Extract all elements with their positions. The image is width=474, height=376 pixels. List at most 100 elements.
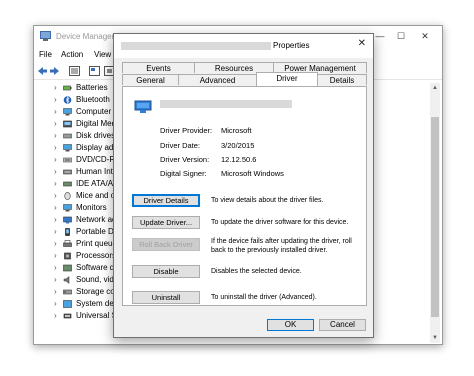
dialog-title: Properties bbox=[273, 41, 310, 50]
scroll-up-icon[interactable]: ▲ bbox=[430, 83, 440, 93]
tree-item-batteries[interactable]: › Batteries bbox=[34, 83, 120, 94]
chevron-right-icon[interactable]: › bbox=[54, 119, 57, 128]
dialog-close-button[interactable]: ✕ bbox=[358, 38, 366, 49]
digital-signer-value: Microsoft Windows bbox=[221, 169, 284, 178]
sound-icon bbox=[63, 276, 70, 284]
network-adapter-icon bbox=[63, 216, 72, 224]
chevron-right-icon[interactable]: › bbox=[54, 107, 57, 116]
tab-events[interactable]: Events bbox=[122, 62, 195, 73]
driver-details-button[interactable]: Driver Details bbox=[132, 194, 200, 207]
tree-item-processors[interactable]: › Processors bbox=[34, 251, 120, 262]
scroll-down-icon[interactable]: ▼ bbox=[430, 333, 440, 343]
tree-item-print-queues[interactable]: › Print queue bbox=[34, 239, 120, 250]
device-manager-icon bbox=[40, 31, 51, 41]
chevron-right-icon[interactable]: › bbox=[54, 131, 57, 140]
properties-dialog: Properties ✕ Events Resources Power Mana… bbox=[113, 33, 374, 338]
tree-item-label: Digital Med bbox=[76, 119, 117, 128]
network-adapter-icon bbox=[134, 100, 152, 113]
tab-general[interactable]: General bbox=[122, 74, 179, 85]
driver-provider-label: Driver Provider: bbox=[160, 126, 213, 135]
chevron-right-icon[interactable]: › bbox=[54, 227, 57, 236]
close-button[interactable]: ✕ bbox=[417, 29, 433, 43]
tree-item-ide-ata[interactable]: › IDE ATA/AT bbox=[34, 179, 120, 190]
properties-icon[interactable] bbox=[89, 66, 100, 76]
tree-item-label: Computer bbox=[76, 107, 112, 116]
tree-item-label: Portable De bbox=[76, 227, 119, 236]
roll-back-driver-description: If the device fails after updating the d… bbox=[211, 238, 352, 254]
chevron-right-icon[interactable]: › bbox=[54, 95, 57, 104]
chevron-right-icon[interactable]: › bbox=[54, 263, 57, 272]
chevron-right-icon[interactable]: › bbox=[54, 191, 57, 200]
ok-button[interactable]: OK bbox=[267, 319, 314, 331]
tree-item-bluetooth[interactable]: › Bluetooth bbox=[34, 95, 120, 106]
menu-file[interactable]: File bbox=[39, 50, 52, 59]
tree-item-label: Bluetooth bbox=[76, 95, 110, 104]
system-device-icon bbox=[63, 300, 72, 308]
display-adapter-icon bbox=[63, 144, 72, 152]
tree-item-label: Display ada bbox=[76, 143, 118, 152]
driver-version-value: 12.12.50.6 bbox=[221, 155, 257, 164]
tree-item-storage-controllers[interactable]: › Storage con bbox=[34, 287, 120, 298]
tab-advanced[interactable]: Advanced bbox=[178, 74, 257, 85]
forward-arrow-icon[interactable] bbox=[49, 66, 60, 76]
tree-item-label: Network ad bbox=[76, 215, 117, 224]
chevron-right-icon[interactable]: › bbox=[54, 215, 57, 224]
driver-version-label: Driver Version: bbox=[160, 155, 210, 164]
chevron-right-icon[interactable]: › bbox=[54, 251, 57, 260]
chevron-right-icon[interactable]: › bbox=[54, 155, 57, 164]
tab-details[interactable]: Details bbox=[317, 74, 367, 85]
tree-item-portable-devices[interactable]: › Portable De bbox=[34, 227, 120, 238]
chevron-right-icon[interactable]: › bbox=[54, 143, 57, 152]
maximize-button[interactable]: ☐ bbox=[393, 29, 409, 43]
printer-icon bbox=[63, 240, 72, 247]
minimize-button[interactable]: — bbox=[372, 29, 388, 43]
ide-controller-icon bbox=[63, 181, 72, 187]
tree-item-system-devices[interactable]: › System dev bbox=[34, 299, 120, 310]
tree-item-label: Mice and ot bbox=[76, 191, 118, 200]
tree-item-label: Print queue bbox=[76, 239, 117, 248]
chevron-right-icon[interactable]: › bbox=[54, 239, 57, 248]
chevron-right-icon[interactable]: › bbox=[54, 83, 57, 92]
show-hide-icon[interactable] bbox=[69, 66, 80, 76]
bluetooth-icon bbox=[63, 96, 72, 104]
tree-item-monitors[interactable]: › Monitors bbox=[34, 203, 120, 214]
tree-item-software-devices[interactable]: › Software de bbox=[34, 263, 120, 274]
chevron-right-icon[interactable]: › bbox=[54, 167, 57, 176]
storage-controller-icon bbox=[63, 289, 72, 295]
mouse-icon bbox=[64, 192, 71, 200]
chevron-right-icon[interactable]: › bbox=[54, 203, 57, 212]
menu-view[interactable]: View bbox=[94, 50, 111, 59]
roll-back-driver-button: Roll Back Driver bbox=[132, 238, 200, 251]
menu-action[interactable]: Action bbox=[61, 50, 83, 59]
tree-item-mice[interactable]: › Mice and ot bbox=[34, 191, 120, 202]
tree-item-computer[interactable]: › Computer bbox=[34, 107, 120, 118]
tree-item-human-interface[interactable]: › Human Inte bbox=[34, 167, 120, 178]
usb-controller-icon bbox=[63, 313, 72, 319]
chevron-right-icon[interactable]: › bbox=[54, 179, 57, 188]
battery-icon bbox=[63, 85, 72, 91]
chevron-right-icon[interactable]: › bbox=[54, 275, 57, 284]
tree-item-disk-drives[interactable]: › Disk drives bbox=[34, 131, 120, 142]
update-driver-button[interactable]: Update Driver... bbox=[132, 216, 200, 229]
tree-item-digital-media[interactable]: › Digital Med bbox=[34, 119, 120, 130]
chevron-right-icon[interactable]: › bbox=[54, 311, 57, 320]
disable-button[interactable]: Disable bbox=[132, 265, 200, 278]
tree-item-sound-video[interactable]: › Sound, vide bbox=[34, 275, 120, 286]
driver-provider-value: Microsoft bbox=[221, 126, 252, 135]
dialog-title-bar[interactable]: Properties ✕ bbox=[114, 34, 373, 58]
tree-item-display-adapters[interactable]: › Display ada bbox=[34, 143, 120, 154]
back-arrow-icon[interactable] bbox=[37, 66, 48, 76]
tree-item-network-adapters[interactable]: › Network ad bbox=[34, 215, 120, 226]
scroll-thumb[interactable] bbox=[431, 117, 439, 317]
tree-item-dvd-cd-rom[interactable]: › DVD/CD-RO bbox=[34, 155, 120, 166]
cancel-button[interactable]: Cancel bbox=[319, 319, 366, 331]
chevron-right-icon[interactable]: › bbox=[54, 287, 57, 296]
tree-item-usb-controllers[interactable]: › Universal Se bbox=[34, 311, 120, 322]
chevron-right-icon[interactable]: › bbox=[54, 299, 57, 308]
tab-driver[interactable]: Driver bbox=[256, 72, 318, 86]
vertical-scrollbar[interactable]: ▲ ▼ bbox=[430, 83, 440, 343]
uninstall-button[interactable]: Uninstall bbox=[132, 291, 200, 304]
driver-date-value: 3/20/2015 bbox=[221, 141, 255, 150]
tree-item-label: System dev bbox=[76, 299, 118, 308]
tree-item-label: Batteries bbox=[76, 83, 108, 92]
